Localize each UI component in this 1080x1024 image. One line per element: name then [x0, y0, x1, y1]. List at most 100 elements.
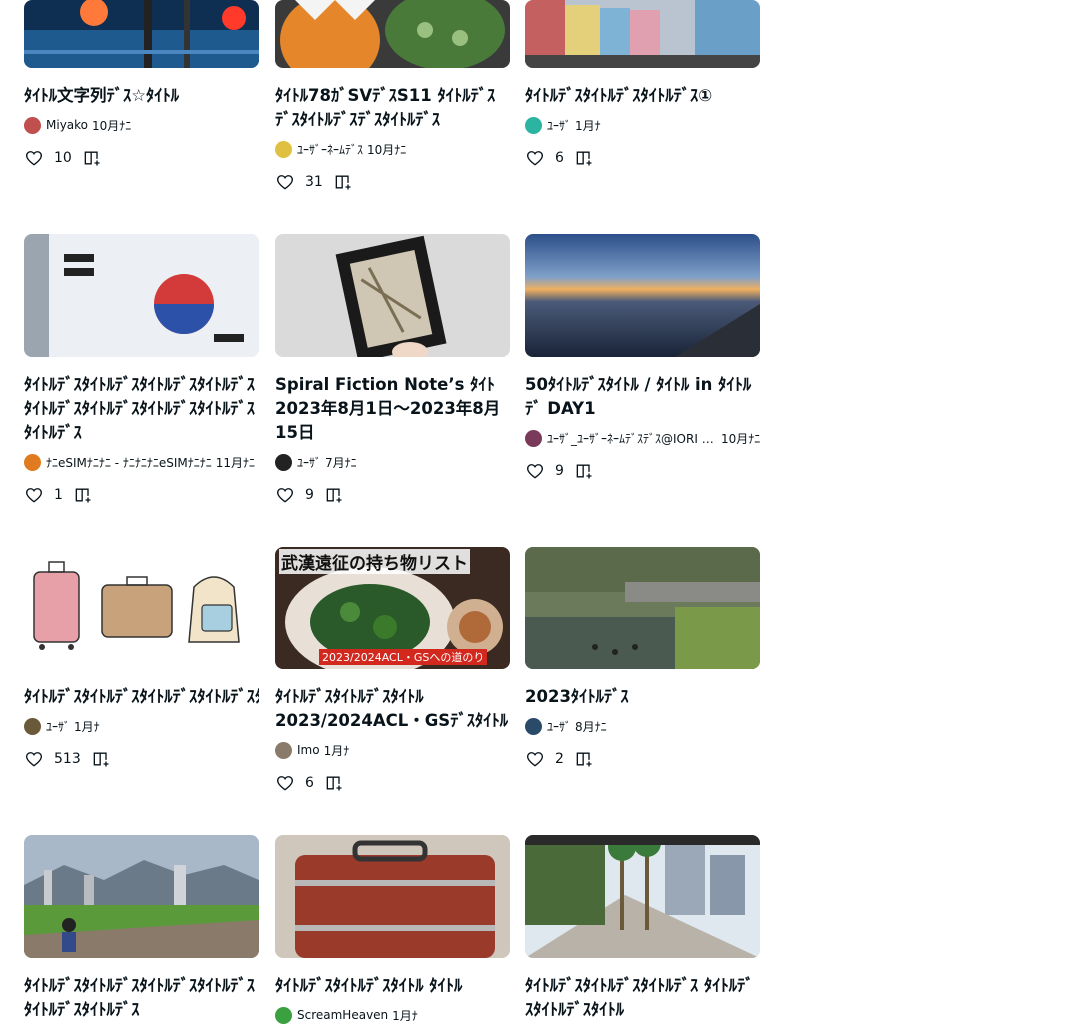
- author-name[interactable]: ﾕｰｻﾞ_ﾕｰｻﾞｰﾈｰﾑﾃﾞｽﾃﾞｽ@IORI STAY: [547, 430, 717, 447]
- author-name[interactable]: ﾕｰｻﾞ: [547, 117, 571, 134]
- card-title[interactable]: ﾀｲﾄﾙ文字列ﾃﾞｽ☆ﾀｲﾄﾙ: [24, 84, 259, 108]
- post-date: 10月ﾅﾆ: [367, 142, 407, 157]
- card-title[interactable]: ﾀｲﾄﾙﾃﾞｽﾀｲﾄﾙﾃﾞｽﾀｲﾄﾙﾃﾞｽ ﾀｲﾄﾙﾃﾞｽﾀｲﾄﾙﾃﾞｽﾀｲﾄﾙ: [525, 974, 760, 1022]
- heart-outline-icon[interactable]: [24, 148, 44, 168]
- author-name[interactable]: Miyako: [46, 118, 88, 132]
- like-count: 6: [305, 775, 314, 791]
- card-meta: Imo 1月ﾅ: [275, 741, 515, 759]
- card-thumbnail[interactable]: 武漢遠征の持ち物リスト 2023/2024ACL・GSへの道のり: [275, 547, 510, 669]
- card-thumbnail[interactable]: [525, 835, 760, 958]
- card-title[interactable]: ﾀｲﾄﾙﾃﾞｽﾀｲﾄﾙﾃﾞｽﾀｲﾄﾙﾃﾞｽﾀｲﾄﾙﾃﾞｽﾀｲﾄﾙ: [24, 685, 259, 709]
- author-name[interactable]: ﾕｰｻﾞ: [297, 454, 321, 471]
- magazine-add-icon[interactable]: [574, 148, 594, 168]
- author-avatar[interactable]: [275, 1006, 292, 1024]
- card-actions: 6: [525, 147, 594, 169]
- card-actions: 31: [275, 171, 353, 193]
- card-actions: 9: [525, 460, 594, 482]
- card-actions: 10: [24, 147, 102, 169]
- thumb-caption: 武漢遠征の持ち物リスト: [279, 549, 470, 574]
- card-title[interactable]: ﾀｲﾄﾙﾃﾞｽﾀｲﾄﾙﾃﾞｽﾀｲﾄﾙ 2023/2024ACL・GSﾃﾞｽﾀｲﾄ…: [275, 685, 510, 733]
- card-title[interactable]: ﾀｲﾄﾙﾃﾞｽﾀｲﾄﾙﾃﾞｽﾀｲﾄﾙ ﾀｲﾄﾙ: [275, 974, 510, 998]
- card-title[interactable]: ﾀｲﾄﾙﾃﾞｽﾀｲﾄﾙﾃﾞｽﾀｲﾄﾙﾃﾞｽ①: [525, 84, 760, 108]
- card-actions: 1: [24, 484, 93, 506]
- card-title[interactable]: Spiral Fiction Note’s ﾀｲﾄ2023年8月1日～2023年…: [275, 373, 510, 445]
- thumb-subcaption: 2023/2024ACL・GSへの道のり: [319, 649, 488, 665]
- post-date: 1月ﾅ: [575, 118, 601, 133]
- heart-outline-icon[interactable]: [24, 485, 44, 505]
- card-title[interactable]: ﾀｲﾄﾙﾃﾞｽﾀｲﾄﾙﾃﾞｽﾀｲﾄﾙﾃﾞｽﾀｲﾄﾙﾃﾞｽﾀｲﾄﾙﾃﾞｽﾀｲﾄﾙﾃ…: [24, 373, 259, 445]
- heart-outline-icon[interactable]: [275, 172, 295, 192]
- heart-outline-icon[interactable]: [275, 773, 295, 793]
- card-thumbnail[interactable]: [525, 0, 760, 68]
- magazine-add-icon[interactable]: [324, 773, 344, 793]
- card-thumbnail[interactable]: [275, 0, 510, 68]
- author-avatar[interactable]: [24, 717, 41, 735]
- like-count: 10: [54, 150, 72, 166]
- card-thumbnail[interactable]: [24, 835, 259, 958]
- heart-outline-icon[interactable]: [275, 485, 295, 505]
- post-date: 8月ﾅﾆ: [575, 719, 607, 734]
- card-thumbnail[interactable]: [24, 547, 259, 669]
- card-title[interactable]: 2023ﾀｲﾄﾙﾃﾞｽ: [525, 685, 760, 709]
- author-name[interactable]: ﾕｰｻﾞｰﾈｰﾑﾃﾞｽ: [297, 141, 363, 158]
- card-thumbnail[interactable]: [525, 547, 760, 669]
- card-meta: ﾅﾆeSIMﾅﾆﾅﾆ - ﾅﾆﾅﾆﾅﾆeSIMﾅﾆﾅﾆ 11月ﾅﾆ: [24, 453, 264, 471]
- heart-outline-icon[interactable]: [525, 461, 545, 481]
- card-actions: 2: [525, 748, 594, 770]
- heart-outline-icon[interactable]: [24, 749, 44, 769]
- author-avatar[interactable]: [275, 453, 292, 471]
- note-card-grid: ﾀｲﾄﾙ文字列ﾃﾞｽ☆ﾀｲﾄﾙ Miyako 10月ﾅﾆ 10 ﾀｲﾄﾙ78ｶﾞ…: [0, 0, 1080, 1024]
- author-name[interactable]: Imo: [297, 743, 320, 757]
- magazine-add-icon[interactable]: [324, 485, 344, 505]
- author-name[interactable]: ﾕｰｻﾞ: [46, 718, 70, 735]
- like-count: 31: [305, 174, 323, 190]
- post-date: 10月ﾅﾆ: [92, 118, 132, 133]
- heart-outline-icon[interactable]: [525, 148, 545, 168]
- card-meta: ﾕｰｻﾞ 1月ﾅ: [24, 717, 264, 735]
- card-actions: 6: [275, 772, 344, 794]
- author-avatar[interactable]: [525, 429, 542, 447]
- magazine-add-icon[interactable]: [82, 148, 102, 168]
- magazine-add-icon[interactable]: [91, 749, 111, 769]
- magazine-add-icon[interactable]: [333, 172, 353, 192]
- magazine-add-icon[interactable]: [574, 461, 594, 481]
- author-avatar[interactable]: [24, 116, 41, 134]
- card-meta: Miyako 10月ﾅﾆ: [24, 116, 264, 134]
- post-date: 1月ﾅ: [392, 1008, 418, 1023]
- card-title[interactable]: 50ﾀｲﾄﾙﾃﾞｽﾀｲﾄﾙ / ﾀｲﾄﾙ in ﾀｲﾄﾙﾃﾞ DAY1: [525, 373, 760, 421]
- card-meta: ﾕｰｻﾞ 7月ﾅﾆ: [275, 453, 515, 471]
- like-count: 1: [54, 487, 63, 503]
- author-avatar[interactable]: [275, 140, 292, 158]
- card-meta: ﾕｰｻﾞ 1月ﾅ: [525, 116, 765, 134]
- author-name[interactable]: ﾅﾆeSIMﾅﾆﾅﾆ - ﾅﾆﾅﾆﾅﾆeSIMﾅﾆﾅﾆ: [46, 454, 212, 471]
- post-date: 1月ﾅ: [323, 743, 350, 758]
- heart-outline-icon[interactable]: [525, 749, 545, 769]
- card-title[interactable]: ﾀｲﾄﾙﾃﾞｽﾀｲﾄﾙﾃﾞｽﾀｲﾄﾙﾃﾞｽﾀｲﾄﾙﾃﾞｽﾀｲﾄﾙﾃﾞｽﾀｲﾄﾙﾃ…: [24, 974, 259, 1022]
- card-thumbnail[interactable]: [24, 0, 259, 68]
- like-count: 513: [54, 751, 81, 767]
- card-meta: ﾕｰｻﾞ 8月ﾅﾆ: [525, 717, 765, 735]
- author-avatar[interactable]: [24, 453, 41, 471]
- like-count: 9: [555, 463, 564, 479]
- card-title[interactable]: ﾀｲﾄﾙ78ｶﾞSVﾃﾞｽS11 ﾀｲﾄﾙﾃﾞｽﾃﾞｽﾀｲﾄﾙﾃﾞｽﾃﾞｽﾀｲﾄ…: [275, 84, 510, 132]
- author-name[interactable]: ScreamHeaven: [297, 1008, 388, 1022]
- card-thumbnail[interactable]: [275, 234, 510, 357]
- magazine-add-icon[interactable]: [574, 749, 594, 769]
- card-meta: ScreamHeaven 1月ﾅ: [275, 1006, 515, 1024]
- post-date: 11月ﾅﾆ: [215, 455, 256, 470]
- card-thumbnail[interactable]: [275, 835, 510, 958]
- author-avatar[interactable]: [525, 717, 542, 735]
- card-thumbnail[interactable]: [525, 234, 760, 357]
- card-actions: 9: [275, 484, 344, 506]
- card-thumbnail[interactable]: [24, 234, 259, 357]
- author-avatar[interactable]: [275, 741, 292, 759]
- post-date: 10月ﾅﾆ: [721, 431, 761, 446]
- like-count: 9: [305, 487, 314, 503]
- author-name[interactable]: ﾕｰｻﾞ: [547, 718, 571, 735]
- like-count: 6: [555, 150, 564, 166]
- author-avatar[interactable]: [525, 116, 542, 134]
- post-date: 7月ﾅﾆ: [325, 455, 357, 470]
- card-actions: 513: [24, 748, 111, 770]
- magazine-add-icon[interactable]: [73, 485, 93, 505]
- post-date: 1月ﾅ: [74, 719, 100, 734]
